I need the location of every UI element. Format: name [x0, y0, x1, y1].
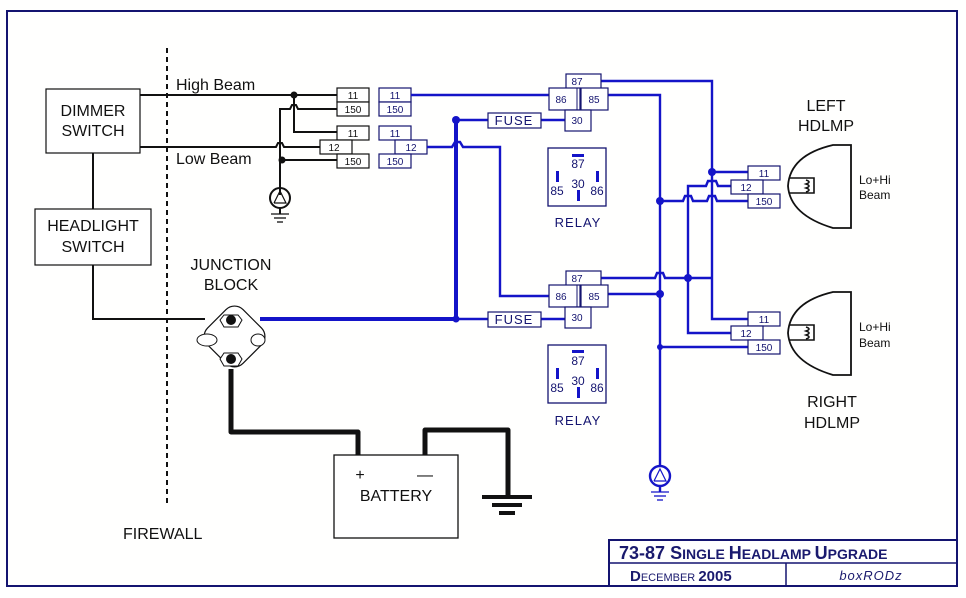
svg-text:86: 86 [590, 381, 604, 395]
harness-high-connector: 11 150 [378, 87, 412, 117]
svg-text:150: 150 [387, 157, 404, 168]
left-headlamp: LEFT HDLMP Lo+Hi Beam [787, 98, 891, 229]
svg-text:Beam: Beam [859, 188, 890, 202]
svg-text:12: 12 [740, 183, 752, 194]
svg-text:11: 11 [390, 91, 401, 102]
svg-text:150: 150 [756, 197, 773, 208]
svg-text:85: 85 [550, 381, 564, 395]
junction-block: JUNCTION BLOCK [93, 257, 272, 368]
svg-text:85: 85 [550, 184, 564, 198]
svg-text:Lo+Hi: Lo+Hi [859, 173, 891, 187]
low-beam-label: Low Beam [176, 151, 252, 168]
svg-text:12: 12 [328, 143, 340, 154]
battery: + — BATTERY [228, 369, 532, 539]
svg-text:11: 11 [348, 91, 359, 102]
right-headlamp: RIGHT HDLMP Lo+Hi Beam [787, 291, 891, 432]
right-headlamp-label-2: HDLMP [804, 415, 860, 432]
junction-dot [684, 274, 692, 282]
dimmer-switch-label-2: SWITCH [61, 123, 124, 140]
svg-text:30: 30 [571, 374, 585, 388]
headlight-switch-label-1: HEADLIGHT [47, 218, 139, 235]
right-headlamp-label-1: RIGHT [807, 394, 857, 411]
harness-low-connector: 11 12 150 [378, 125, 428, 169]
fuse-1: FUSE [487, 112, 542, 129]
svg-text:87: 87 [571, 274, 583, 285]
junction-dot [452, 116, 460, 124]
relay-pinout-2: 87 30 85 86 RELAY [547, 344, 607, 428]
svg-text:85: 85 [588, 95, 600, 106]
drawing-title: 73-87 SINGLE HEADLAMP UPGRADE [619, 543, 888, 563]
svg-text:87: 87 [571, 354, 585, 368]
svg-text:86: 86 [555, 95, 567, 106]
headlight-switch: HEADLIGHT SWITCH [34, 208, 152, 266]
junction-dot [657, 344, 663, 350]
junction-dot [278, 156, 286, 164]
stock-high-connector: 11 150 [336, 87, 370, 117]
svg-text:11: 11 [348, 129, 359, 140]
svg-text:11: 11 [759, 169, 770, 180]
svg-text:150: 150 [345, 157, 362, 168]
drawing-author: boxRODz [839, 568, 902, 583]
svg-text:150: 150 [387, 105, 404, 116]
high-beam-label: High Beam [176, 77, 255, 94]
svg-text:Lo+Hi: Lo+Hi [859, 320, 891, 334]
relay-pinout-1: 87 30 85 86 RELAY [547, 147, 607, 230]
svg-text:11: 11 [759, 315, 770, 326]
left-headlamp-label-1: LEFT [806, 98, 845, 115]
svg-text:150: 150 [345, 105, 362, 116]
svg-text:12: 12 [405, 143, 417, 154]
dimmer-switch-label-1: DIMMER [61, 103, 126, 120]
junction-block-label-1: JUNCTION [191, 257, 272, 274]
svg-text:Beam: Beam [859, 336, 890, 350]
svg-text:86: 86 [555, 292, 567, 303]
junction-dot [708, 168, 716, 176]
svg-text:150: 150 [756, 343, 773, 354]
svg-text:11: 11 [390, 129, 401, 140]
title-block: 73-87 SINGLE HEADLAMP UPGRADE DECEMBER 2… [608, 539, 958, 587]
junction-dot [452, 315, 460, 323]
svg-text:12: 12 [740, 329, 752, 340]
svg-text:87: 87 [571, 157, 585, 171]
battery-label: BATTERY [360, 488, 433, 505]
svg-text:86: 86 [590, 184, 604, 198]
battery-plus: + [355, 467, 364, 484]
junction-dot [290, 91, 298, 99]
firewall-label: FIREWALL [123, 526, 203, 543]
svg-text:85: 85 [588, 292, 600, 303]
relay-label: RELAY [555, 215, 602, 230]
svg-text:30: 30 [571, 177, 585, 191]
wiring-diagram: FIREWALL DIMMER SWITCH HEADLIGHT SWITCH [6, 10, 958, 587]
svg-text:FUSE: FUSE [495, 113, 534, 128]
battery-minus: — [417, 467, 433, 484]
fuse-2: FUSE [487, 311, 542, 328]
dimmer-switch: DIMMER SWITCH [45, 88, 141, 154]
svg-text:30: 30 [571, 313, 583, 324]
relay-1: 87 86 85 30 [548, 73, 609, 132]
svg-text:30: 30 [571, 116, 583, 127]
svg-text:FUSE: FUSE [495, 312, 534, 327]
junction-block-label-2: BLOCK [204, 277, 259, 294]
junction-dot [656, 290, 664, 298]
headlight-switch-label-2: SWITCH [61, 239, 124, 256]
svg-text:87: 87 [571, 77, 583, 88]
relay-label: RELAY [555, 413, 602, 428]
junction-dot [656, 197, 664, 205]
left-headlamp-label-2: HDLMP [798, 118, 854, 135]
